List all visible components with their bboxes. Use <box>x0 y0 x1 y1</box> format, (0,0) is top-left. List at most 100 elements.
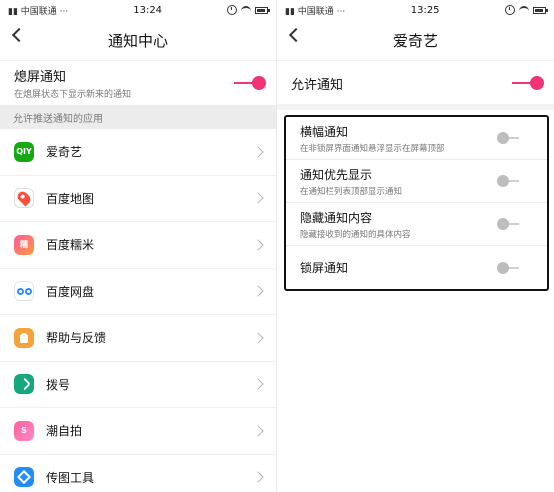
app-name: 传图工具 <box>46 470 95 485</box>
carrier-name: 中国联通 <box>20 6 57 17</box>
allow-notification-toggle[interactable] <box>512 76 544 90</box>
toggle-knob <box>497 261 509 274</box>
status-bar-left: ▮▮ 中国联通 ··· 13:24 <box>0 0 276 20</box>
dual-phone-screenshot: ▮▮ 中国联通 ··· 13:24 通知中心 熄屏通知 在熄屏状态下显示新来的通… <box>0 0 554 492</box>
page-title: 通知中心 <box>107 31 168 50</box>
transfer-icon <box>16 470 32 485</box>
app-name: 百度地图 <box>46 191 95 206</box>
help-feedback-app-icon <box>14 327 34 348</box>
allow-notification-label: 允许通知 <box>291 77 344 93</box>
hide-content-row[interactable]: 隐藏通知内容 隐藏接收到的通知的具体内容 <box>286 203 547 246</box>
priority-notification-subtitle: 在通知栏列表顶部显示通知 <box>300 186 403 197</box>
allow-notification-row[interactable]: 允许通知 <box>277 61 554 105</box>
chao-selfie-app-icon: S <box>14 420 34 441</box>
hide-content-toggle[interactable] <box>497 218 523 230</box>
status-time: 13:24 <box>133 4 163 16</box>
toggle-knob <box>497 175 509 187</box>
hide-content-subtitle: 隐藏接收到的通知的具体内容 <box>300 229 411 240</box>
chevron-right-icon <box>252 239 264 251</box>
app-row-dialer[interactable]: 拨号 <box>0 362 276 408</box>
app-row-baidu-map[interactable]: 百度地图 <box>0 176 276 222</box>
wifi-icon <box>241 6 251 14</box>
status-more: ··· <box>59 6 69 17</box>
iqiyi-app-icon: QIY <box>14 141 34 162</box>
banner-notification-row[interactable]: 横幅通知 在非锁屏界面通知悬浮显示在屏幕顶部 <box>286 117 547 160</box>
app-name: 百度网盘 <box>46 284 95 299</box>
notification-options-box: 横幅通知 在非锁屏界面通知悬浮显示在屏幕顶部 通知优先显示 在通知栏列表顶部显示… <box>284 115 549 291</box>
app-name: 拨号 <box>46 377 71 392</box>
baidu-nuomi-app-icon: 糯 <box>14 234 34 255</box>
priority-notification-label: 通知优先显示 <box>300 167 373 182</box>
alarm-icon <box>227 5 237 15</box>
banner-notification-label: 横幅通知 <box>300 124 349 139</box>
banner-notification-text: 横幅通知 在非锁屏界面通知悬浮显示在屏幕顶部 <box>300 123 445 154</box>
allowed-apps-section-header: 允许推送通知的应用 <box>0 105 276 129</box>
battery-icon <box>533 6 548 14</box>
app-row-baidu-netdisk[interactable]: 百度网盘 <box>0 269 276 315</box>
battery-icon <box>255 6 270 14</box>
page-title: 爱奇艺 <box>392 31 438 50</box>
carrier-info: ▮▮ 中国联通 ··· <box>8 4 68 17</box>
toggle-knob <box>497 218 509 230</box>
notification-center-header: 通知中心 <box>0 20 276 61</box>
signal-icon: ▮▮ <box>285 6 295 17</box>
toggle-knob <box>252 76 266 90</box>
back-arrow-icon[interactable] <box>288 27 304 43</box>
hide-content-label: 隐藏通知内容 <box>300 210 373 225</box>
app-row-help-feedback[interactable]: 帮助与反馈 <box>0 315 276 362</box>
chevron-right-icon <box>252 378 264 390</box>
back-arrow-icon[interactable] <box>11 27 27 43</box>
screen-off-notification-label: 熄屏通知 <box>14 70 67 85</box>
carrier-info: ▮▮ 中国联通 ··· <box>285 4 345 17</box>
hide-content-text: 隐藏通知内容 隐藏接收到的通知的具体内容 <box>300 209 411 240</box>
cloud-icon <box>16 287 32 295</box>
screen-off-notification-row[interactable]: 熄屏通知 在熄屏状态下显示新来的通知 <box>0 61 276 105</box>
status-icons <box>505 5 548 15</box>
banner-notification-toggle[interactable] <box>497 132 523 144</box>
signal-icon: ▮▮ <box>8 6 18 17</box>
app-name: 百度糯米 <box>46 238 95 253</box>
chevron-right-icon <box>252 332 264 344</box>
app-row-image-transfer[interactable]: 传图工具 <box>0 455 276 492</box>
status-more: ··· <box>336 6 346 17</box>
iqiyi-notification-settings-screen: ▮▮ 中国联通 ··· 13:25 爱奇艺 允许通知 横幅通知 在非锁屏界面通知… <box>277 0 554 492</box>
notification-center-screen: ▮▮ 中国联通 ··· 13:24 通知中心 熄屏通知 在熄屏状态下显示新来的通… <box>0 0 277 492</box>
screen-off-notification-toggle[interactable] <box>234 76 266 90</box>
status-icons <box>227 5 270 15</box>
priority-notification-row[interactable]: 通知优先显示 在通知栏列表顶部显示通知 <box>286 160 547 203</box>
bulb-icon <box>20 332 28 343</box>
section-divider <box>277 104 554 110</box>
status-time: 13:25 <box>410 4 440 16</box>
image-transfer-app-icon <box>14 467 34 488</box>
toggle-knob <box>497 132 509 144</box>
phone-icon <box>16 377 32 392</box>
carrier-name: 中国联通 <box>297 6 334 17</box>
chevron-right-icon <box>252 146 264 158</box>
chevron-right-icon <box>252 425 264 437</box>
app-row-baidu-nuomi[interactable]: 糯 百度糯米 <box>0 222 276 269</box>
chevron-right-icon <box>252 471 264 483</box>
banner-notification-subtitle: 在非锁屏界面通知悬浮显示在屏幕顶部 <box>300 143 445 154</box>
status-bar-right: ▮▮ 中国联通 ··· 13:25 <box>277 0 554 20</box>
chevron-right-icon <box>252 285 264 297</box>
lock-screen-notification-toggle[interactable] <box>497 261 523 274</box>
baidu-netdisk-app-icon <box>14 281 34 302</box>
screen-off-notification-text: 熄屏通知 在熄屏状态下显示新来的通知 <box>14 66 131 100</box>
app-name: 爱奇艺 <box>46 145 83 160</box>
app-row-chao-selfie[interactable]: S 潮自拍 <box>0 408 276 455</box>
iqiyi-header: 爱奇艺 <box>277 20 554 61</box>
dialer-app-icon <box>14 374 34 395</box>
baidu-map-app-icon <box>14 188 34 209</box>
chevron-right-icon <box>252 192 264 204</box>
priority-notification-toggle[interactable] <box>497 175 523 187</box>
priority-notification-text: 通知优先显示 在通知栏列表顶部显示通知 <box>300 166 402 197</box>
lock-screen-notification-row[interactable]: 锁屏通知 <box>286 246 547 289</box>
wifi-icon <box>519 6 529 14</box>
screen-off-notification-subtitle: 在熄屏状态下显示新来的通知 <box>14 90 132 100</box>
toggle-knob <box>530 76 544 90</box>
map-pin-icon <box>15 189 33 207</box>
app-row-iqiyi[interactable]: QIY 爱奇艺 <box>0 129 276 176</box>
alarm-icon <box>505 5 515 15</box>
app-name: 潮自拍 <box>46 424 83 439</box>
lock-screen-notification-label: 锁屏通知 <box>300 261 349 275</box>
